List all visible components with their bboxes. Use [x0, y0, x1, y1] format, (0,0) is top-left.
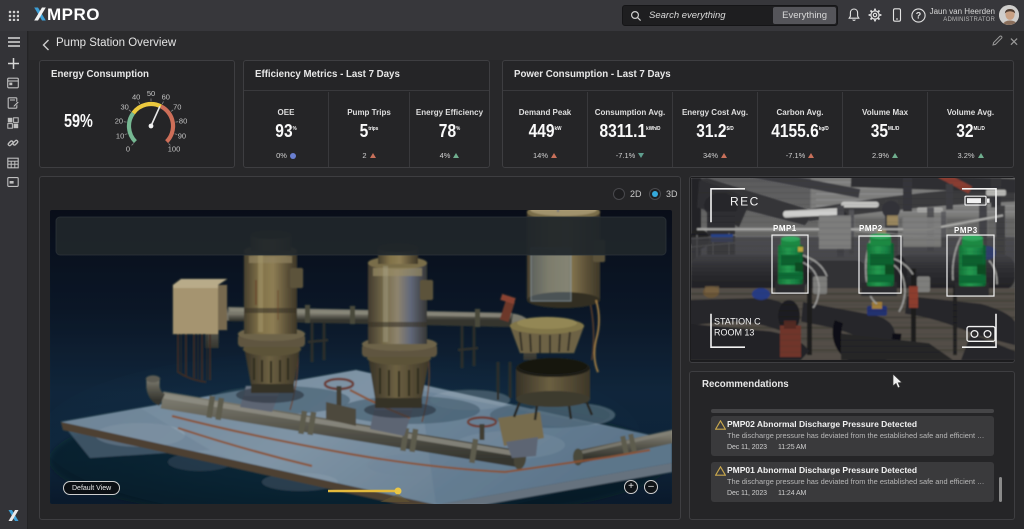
svg-text:PMP2: PMP2 — [859, 224, 883, 233]
svg-text:PMP3: PMP3 — [954, 226, 978, 235]
svg-text:ROOM 13: ROOM 13 — [714, 327, 754, 337]
svg-text:100: 100 — [168, 145, 181, 154]
svg-text:0: 0 — [126, 145, 130, 154]
svg-text:STATION C: STATION C — [714, 317, 761, 327]
svg-text:REC: REC — [730, 195, 760, 209]
svg-text:?: ? — [916, 11, 922, 21]
svg-text:10: 10 — [116, 132, 124, 141]
svg-text:80: 80 — [179, 116, 187, 125]
svg-text:60: 60 — [162, 93, 170, 102]
svg-text:PMP1: PMP1 — [773, 224, 797, 233]
svg-text:40: 40 — [132, 93, 140, 102]
svg-text:50: 50 — [147, 89, 155, 98]
svg-text:20: 20 — [115, 116, 123, 125]
svg-text:30: 30 — [121, 102, 129, 111]
svg-text:90: 90 — [178, 132, 186, 141]
svg-text:70: 70 — [173, 102, 181, 111]
